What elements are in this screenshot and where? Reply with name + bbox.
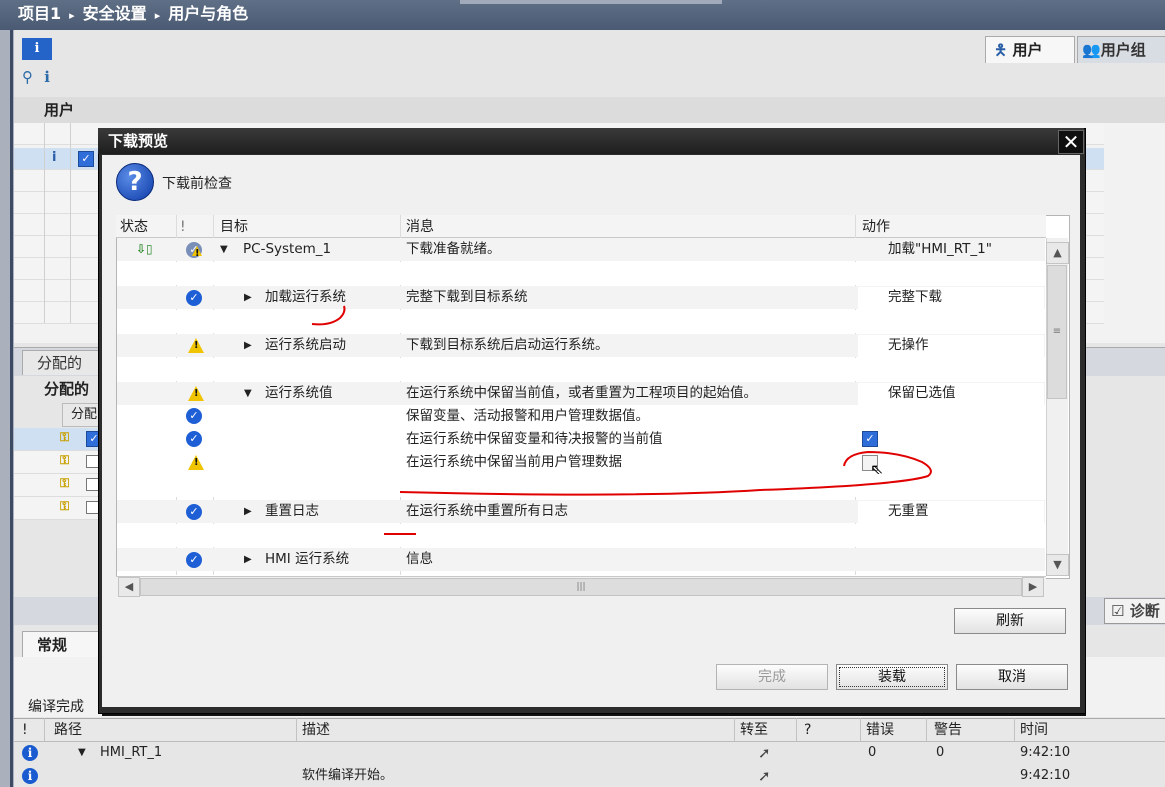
refresh-button[interactable]: 刷新 [954, 608, 1066, 634]
finish-button[interactable]: 完成 [716, 664, 828, 690]
cancel-button[interactable]: 取消 [956, 664, 1068, 690]
load-button[interactable]: 装载 [836, 664, 948, 690]
